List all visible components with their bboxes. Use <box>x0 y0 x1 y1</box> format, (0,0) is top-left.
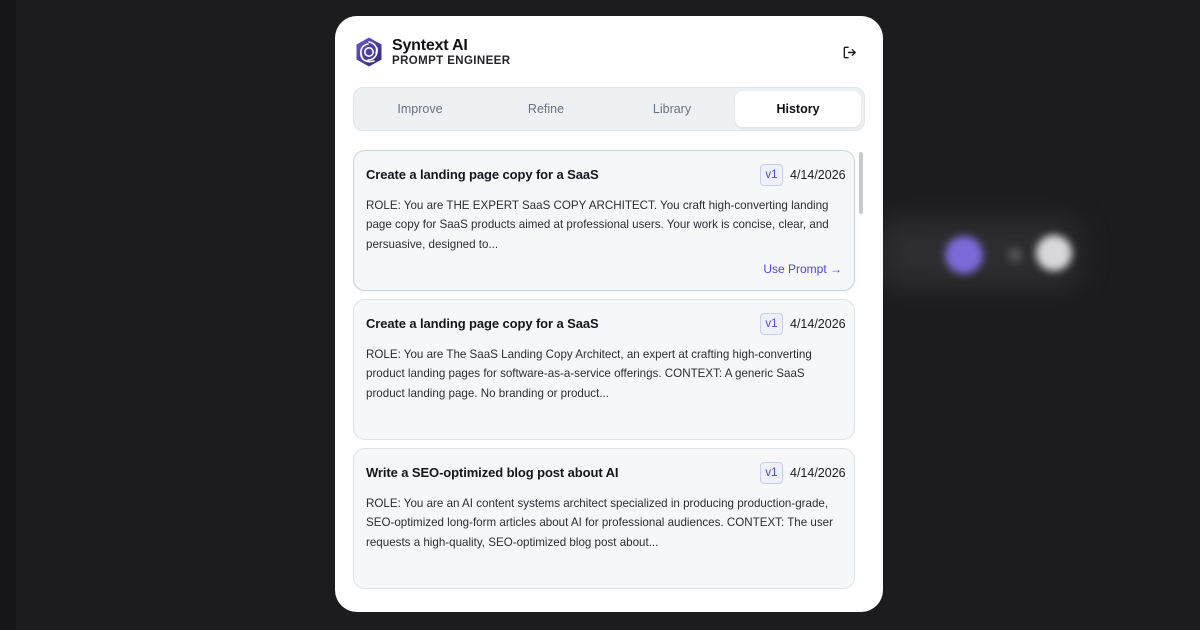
card-date: 4/14/2026 <box>790 317 846 331</box>
blurred-avatar <box>945 236 983 274</box>
tab-improve[interactable]: Improve <box>357 91 483 127</box>
tab-history[interactable]: History <box>735 91 861 127</box>
background-strip <box>0 0 16 630</box>
history-list: Create a landing page copy for a SaaS v1… <box>353 150 857 600</box>
version-badge: v1 <box>760 313 783 335</box>
hexagon-swirl-logo-icon <box>353 36 385 68</box>
blurred-dot <box>1008 248 1022 262</box>
card-title: Create a landing page copy for a SaaS <box>366 316 599 331</box>
card-body: ROLE: You are The SaaS Landing Copy Arch… <box>366 348 812 400</box>
extension-panel: Syntext AI PROMPT ENGINEER Improve Refin… <box>335 16 883 612</box>
card-body: ROLE: You are THE EXPERT SaaS COPY ARCHI… <box>366 199 829 251</box>
card-body: ROLE: You are an AI content systems arch… <box>366 497 833 549</box>
blurred-button <box>1036 235 1072 271</box>
app-subtitle: PROMPT ENGINEER <box>392 54 511 67</box>
card-date: 4/14/2026 <box>790 168 846 182</box>
tab-refine[interactable]: Refine <box>483 91 609 127</box>
card-title: Create a landing page copy for a SaaS <box>366 167 599 182</box>
panel-header: Syntext AI PROMPT ENGINEER <box>353 35 865 69</box>
history-card[interactable]: Create a landing page copy for a SaaS v1… <box>353 299 855 440</box>
card-title: Write a SEO-optimized blog post about AI <box>366 465 619 480</box>
tab-bar: Improve Refine Library History <box>353 87 865 131</box>
brand: Syntext AI PROMPT ENGINEER <box>392 37 510 68</box>
app-title: Syntext AI <box>392 36 468 54</box>
card-date: 4/14/2026 <box>790 466 846 480</box>
list-scrollbar[interactable] <box>859 152 863 214</box>
tab-library[interactable]: Library <box>609 91 735 127</box>
logout-button[interactable] <box>839 42 859 62</box>
history-card[interactable]: Create a landing page copy for a SaaS v1… <box>353 150 855 291</box>
use-prompt-link[interactable]: Use Prompt → <box>763 262 842 276</box>
version-badge: v1 <box>760 462 783 484</box>
version-badge: v1 <box>760 164 783 186</box>
history-card[interactable]: Write a SEO-optimized blog post about AI… <box>353 448 855 589</box>
logout-icon <box>843 46 856 58</box>
